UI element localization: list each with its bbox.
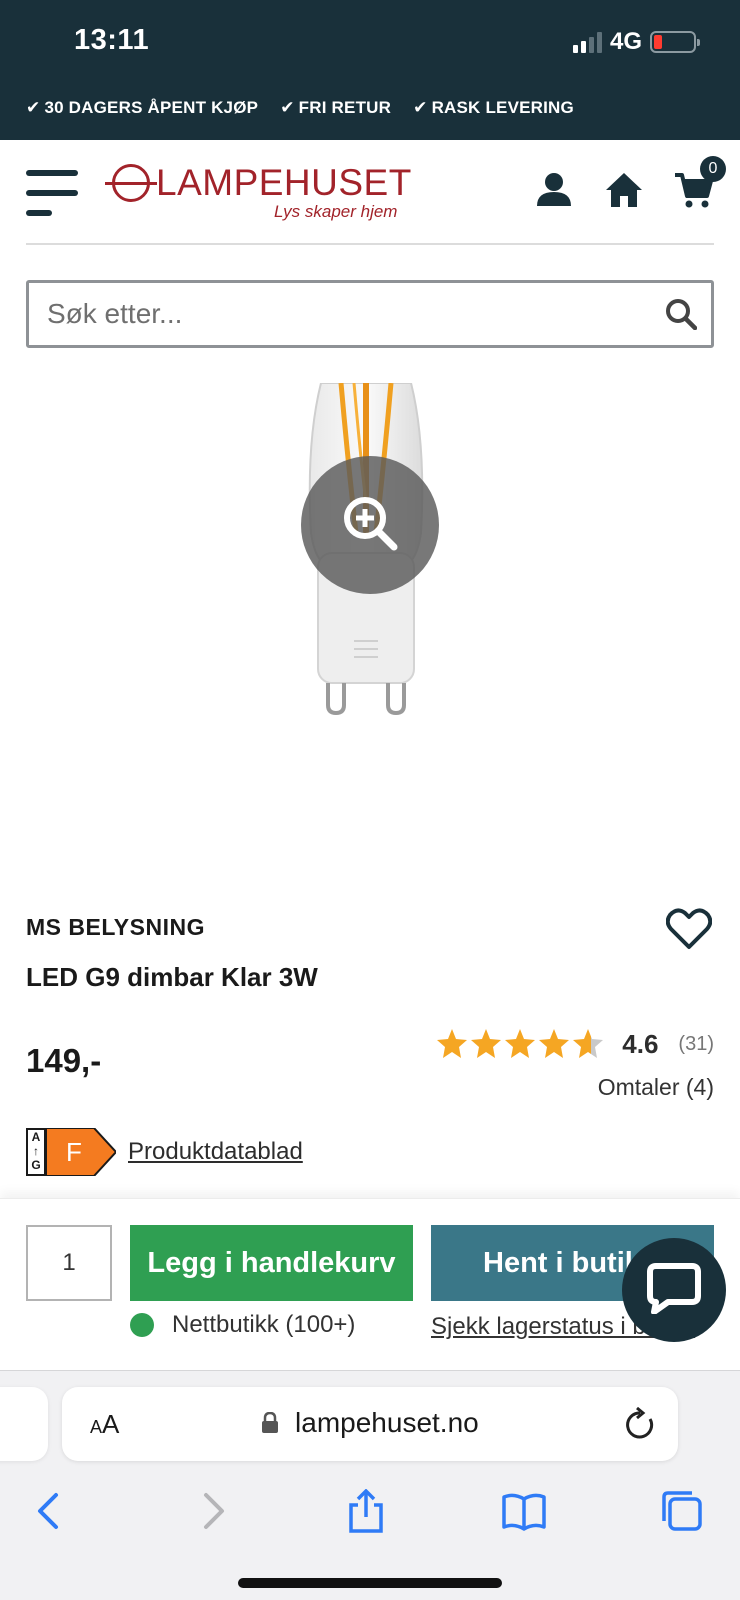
- logo-bulb-icon: [105, 164, 157, 202]
- energy-scale: A ↑ G: [26, 1128, 46, 1176]
- url-display: lampehuset.no: [62, 1407, 678, 1441]
- tabs-icon[interactable]: [660, 1489, 704, 1533]
- logo-text: LAMPEHUSET: [156, 162, 412, 203]
- cart-icon[interactable]: 0: [674, 156, 726, 210]
- top-bar: 13:11 4G ✔ 30 DAGERS ÅPENT KJØP ✔ FRI RETU…: [0, 0, 740, 140]
- energy-label[interactable]: A ↑ G F Produktdatablad: [26, 1128, 303, 1176]
- hamburger-menu-icon[interactable]: [26, 170, 78, 216]
- energy-arrow-icon: ↑: [33, 1144, 39, 1158]
- lock-icon: [261, 1409, 279, 1441]
- address-bar[interactable]: AA lampehuset.no: [62, 1387, 678, 1461]
- energy-class-badge: F: [46, 1128, 116, 1176]
- cart-count-badge: 0: [700, 156, 726, 182]
- home-indicator[interactable]: [238, 1578, 502, 1588]
- back-icon[interactable]: [28, 1489, 72, 1533]
- search-input[interactable]: [29, 283, 629, 345]
- in-stock-dot-icon: [130, 1313, 154, 1337]
- energy-class-letter: F: [66, 1137, 82, 1167]
- product-title: LED G9 dimbar Klar 3W: [26, 962, 318, 992]
- forward-icon[interactable]: [190, 1489, 234, 1533]
- product-price: 149,-: [26, 1042, 102, 1079]
- reload-icon[interactable]: [624, 1406, 656, 1441]
- star-icon: [437, 1029, 468, 1058]
- bookmarks-icon[interactable]: [502, 1489, 546, 1533]
- previous-tab[interactable]: [0, 1387, 48, 1461]
- product-rating[interactable]: 4.6 (31): [436, 1028, 714, 1060]
- usp-item-open-purchase: ✔ 30 DAGERS ÅPENT KJØP: [26, 98, 259, 117]
- logo-tagline: Lys skaper hjem: [274, 202, 398, 221]
- chat-bubble-icon: [646, 1262, 702, 1319]
- search-icon[interactable]: [665, 298, 698, 331]
- rating-value: 4.6: [622, 1028, 659, 1059]
- product-brand[interactable]: MS BELYSNING: [26, 914, 205, 941]
- site-header: LAMPEHUSET Lys skaper hjem 0: [26, 140, 726, 245]
- url-text[interactable]: lampehuset.no: [295, 1407, 479, 1438]
- quantity-input[interactable]: [26, 1225, 112, 1301]
- reviews-link[interactable]: Omtaler (4): [598, 1074, 714, 1101]
- zoom-button[interactable]: [301, 456, 439, 594]
- logo[interactable]: LAMPEHUSET Lys skaper hjem: [105, 162, 412, 222]
- status-time: 13:11: [74, 24, 150, 56]
- zoom-in-icon: [341, 494, 399, 557]
- signal-icon: [572, 31, 602, 53]
- check-icon: ✔: [413, 98, 428, 117]
- star-icon: [539, 1029, 570, 1058]
- rating-stars: [436, 1028, 604, 1060]
- usp-item-free-return: ✔ FRI RETUR: [280, 98, 392, 117]
- battery-icon: [650, 31, 700, 53]
- status-indicators: 4G: [572, 28, 700, 56]
- product-image[interactable]: [66, 382, 674, 823]
- usp-bar: ✔ 30 DAGERS ÅPENT KJØP ✔ FRI RETUR ✔ RASK L…: [26, 98, 574, 118]
- share-icon[interactable]: [344, 1488, 388, 1533]
- online-stock-label: Nettbutikk (100+): [172, 1311, 356, 1338]
- star-icon: [505, 1029, 536, 1058]
- chat-button[interactable]: [622, 1238, 726, 1342]
- network-type: 4G: [609, 28, 642, 55]
- check-icon: ✔: [26, 98, 41, 117]
- search-bar: [26, 280, 714, 348]
- star-icon: [573, 1029, 604, 1058]
- add-to-cart-button[interactable]: Legg i handlekurv: [130, 1225, 413, 1301]
- star-icon: [471, 1029, 502, 1058]
- browser-toolbar: [0, 1481, 740, 1541]
- usp-item-fast-delivery: ✔ RASK LEVERING: [413, 98, 574, 117]
- browser-chrome: AA lampehuset.no: [0, 1370, 740, 1600]
- online-stock: Nettbutikk (100+): [130, 1311, 355, 1339]
- account-icon[interactable]: [534, 170, 574, 210]
- favorite-heart-icon[interactable]: [665, 908, 713, 950]
- header-icons: 0: [534, 156, 726, 210]
- datasheet-link[interactable]: Produktdatablad: [128, 1138, 303, 1166]
- home-icon[interactable]: [604, 170, 644, 210]
- rating-count: (31): [678, 1032, 714, 1055]
- check-icon: ✔: [280, 98, 295, 117]
